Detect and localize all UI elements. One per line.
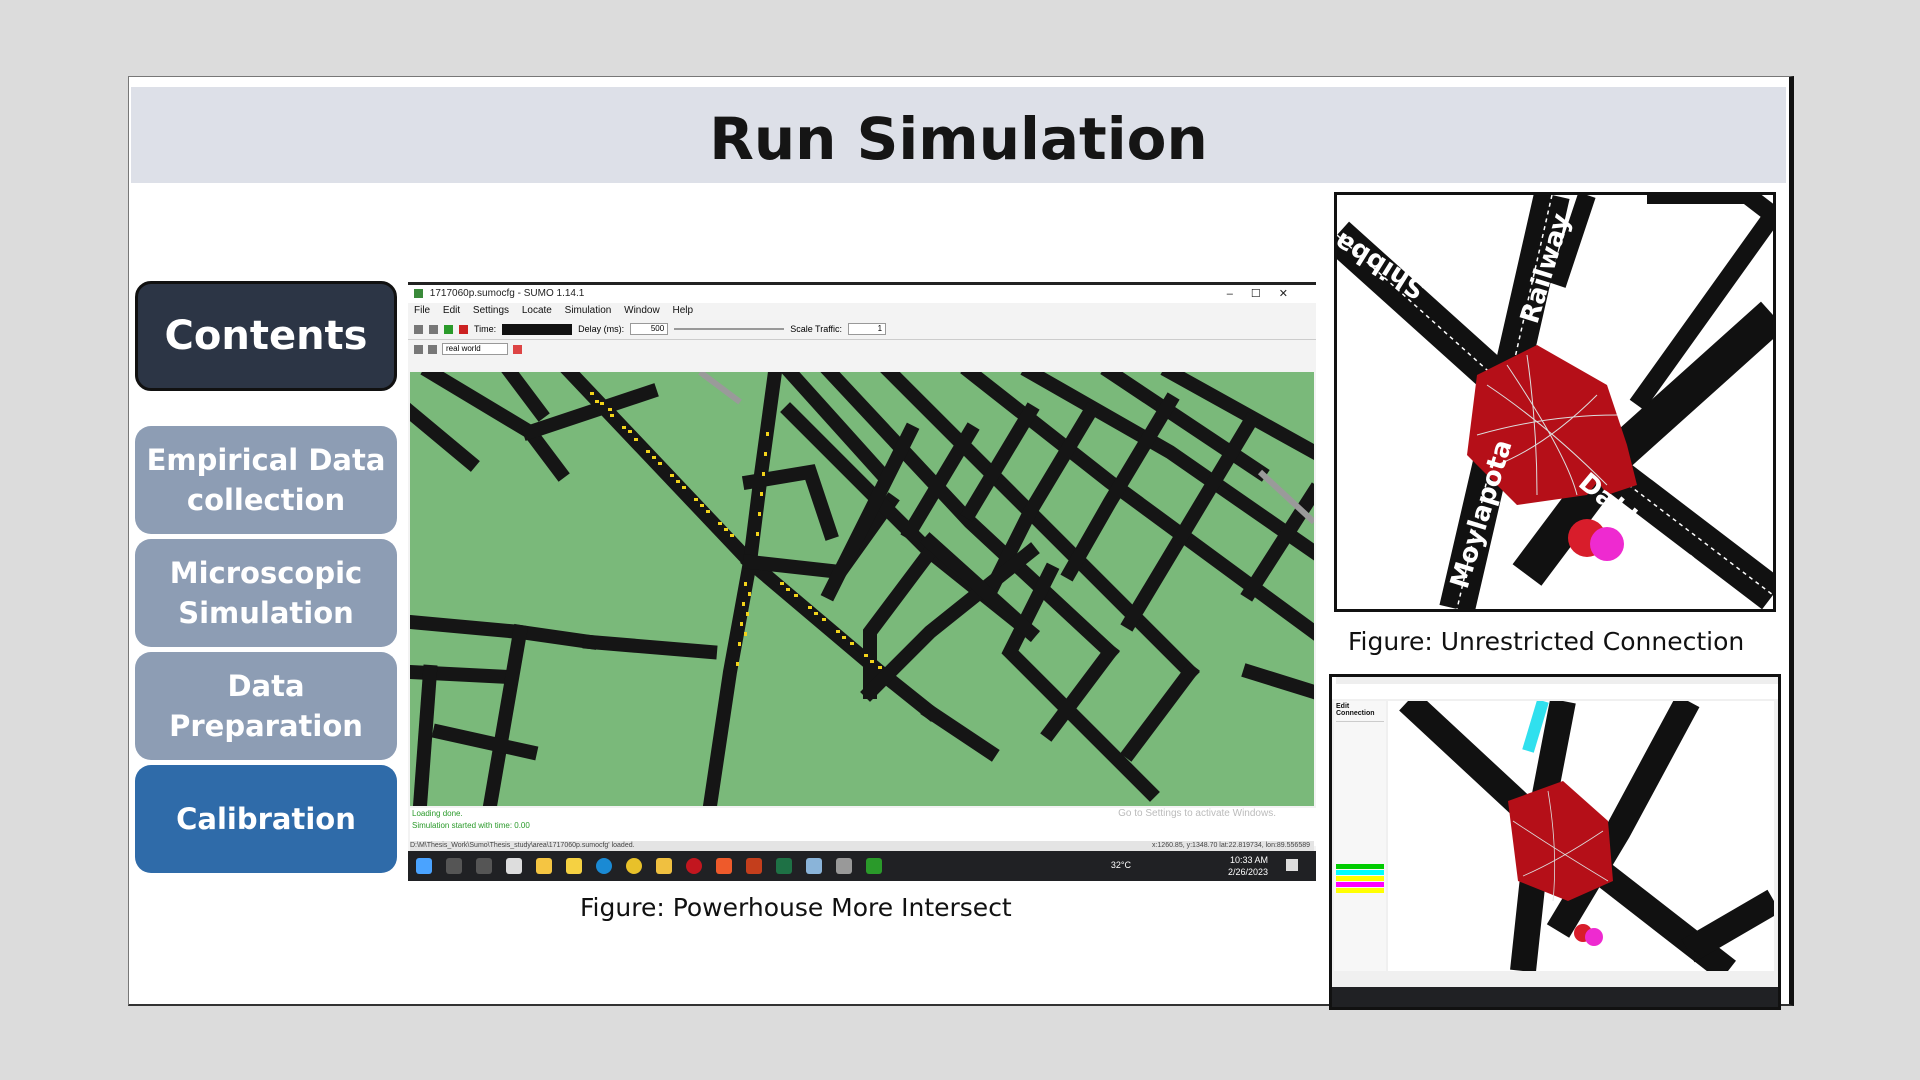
menu-simulation[interactable]: Simulation (565, 305, 612, 316)
slide: Run Simulation Contents Empirical Data co… (128, 76, 1794, 1010)
netedit-canvas[interactable] (1388, 701, 1774, 971)
panel-title: Edit Connection (1336, 703, 1375, 717)
locate-icon[interactable] (414, 344, 423, 354)
caption-main-figure: Figure: Powerhouse More Intersect (580, 893, 1012, 922)
nav-label-line1: Data (227, 669, 305, 703)
message-line: Simulation started with time: 0.00 (412, 821, 530, 830)
menu-edit[interactable]: Edit (443, 305, 460, 316)
nav-label-line1: Microscopic (169, 556, 363, 590)
view-toolbar: real world (408, 340, 1316, 358)
windows-taskbar: 32°C 10:33 AM 2/26/2023 (408, 851, 1316, 881)
notification-icon[interactable] (1286, 859, 1298, 871)
time-label: Time: (474, 324, 497, 334)
delay-label: Delay (ms): (578, 324, 625, 334)
status-bar: D:\M\Thesis_Work\Sumo\Thesis_study\area\… (410, 841, 1314, 851)
open-icon[interactable] (414, 324, 423, 334)
system-clock[interactable]: 10:33 AM 2/26/2023 (1228, 854, 1268, 878)
legend-swatches (1336, 864, 1384, 893)
highlight-circle (1590, 527, 1624, 561)
excel-icon[interactable] (776, 858, 792, 874)
nav-microscopic-simulation[interactable]: Microscopic Simulation (135, 539, 397, 647)
nav-label-line2: Preparation (169, 709, 363, 743)
play-icon[interactable] (444, 324, 453, 334)
sumo-window: 1717060p.sumocfg - SUMO 1.14.1 –☐✕ File … (408, 282, 1316, 881)
time-display (502, 323, 573, 335)
windows-start-icon[interactable] (416, 858, 432, 874)
store-icon[interactable] (536, 858, 552, 874)
nav-empirical-data-collection[interactable]: Empirical Data collection (135, 426, 397, 534)
zoom-icon[interactable] (428, 344, 437, 354)
menu-window[interactable]: Window (624, 305, 660, 316)
brave-icon[interactable] (716, 858, 732, 874)
menu-settings[interactable]: Settings (473, 305, 509, 316)
clock-time: 10:33 AM (1229, 855, 1268, 865)
nav-label-line2: collection (186, 483, 346, 517)
status-coords: x:1260.85, y:1348.70 lat:22.819734, lon:… (1151, 842, 1310, 849)
opera-icon[interactable] (686, 858, 702, 874)
netedit-taskbar (1332, 987, 1778, 1007)
sumo-icon[interactable] (866, 858, 882, 874)
file-explorer-icon[interactable] (656, 858, 672, 874)
menu-file[interactable]: File (414, 305, 430, 316)
junction-polygon (1508, 781, 1613, 901)
window-titlebar: 1717060p.sumocfg - SUMO 1.14.1 –☐✕ (408, 285, 1316, 303)
app-icon (414, 288, 423, 298)
scale-input[interactable]: 1 (848, 323, 887, 335)
menu-locate[interactable]: Locate (522, 305, 552, 316)
delay-slider[interactable] (674, 328, 785, 330)
weather-temperature[interactable]: 32°C (1111, 860, 1131, 870)
figure-netedit: Edit Connection (1329, 674, 1781, 1010)
status-path: D:\M\Thesis_Work\Sumo\Thesis_study\area\… (410, 842, 635, 849)
nav-label-line1: Empirical Data (146, 443, 386, 477)
menu-bar: File Edit Settings Locate Simulation Win… (408, 303, 1316, 319)
search-icon[interactable] (446, 858, 462, 874)
contents-button[interactable]: Contents (135, 281, 397, 391)
stop-icon[interactable] (459, 324, 468, 334)
scale-label: Scale Traffic: (790, 324, 843, 334)
minimize-icon[interactable]: – (1227, 288, 1251, 300)
nav-label-line2: Simulation (178, 596, 354, 630)
clock-date: 2/26/2023 (1227, 867, 1268, 877)
road-network (410, 372, 1314, 806)
caption-right-figure: Figure: Unrestricted Connection (1348, 627, 1745, 656)
title-band: Run Simulation (131, 87, 1786, 183)
figure-unrestricted-connection: Railway Shibbari Moylapota Dakbangla (1334, 192, 1776, 612)
intersection-map: Railway Shibbari Moylapota Dakbangla (1337, 195, 1773, 609)
color-icon[interactable] (513, 344, 522, 354)
reload-icon[interactable] (429, 324, 438, 334)
close-icon[interactable]: ✕ (1279, 288, 1306, 300)
powerpoint-icon[interactable] (746, 858, 762, 874)
nav-data-preparation[interactable]: Data Preparation (135, 652, 397, 760)
menu-help[interactable]: Help (673, 305, 694, 316)
delay-input[interactable]: 500 (630, 323, 669, 335)
chrome-icon[interactable] (626, 858, 642, 874)
netedit-side-panel: Edit Connection (1334, 701, 1386, 971)
notes-icon[interactable] (566, 858, 582, 874)
contents-label: Contents (164, 313, 368, 359)
netedit-toolbar (1332, 677, 1778, 699)
slide-title: Run Simulation (709, 105, 1208, 173)
view-scheme-select[interactable]: real world (442, 343, 508, 355)
sim-toolbar: Time: Delay (ms): 500 Scale Traffic: 1 (408, 319, 1316, 340)
edge-icon[interactable] (596, 858, 612, 874)
intersection-map-small (1399, 701, 1774, 971)
nav-calibration[interactable]: Calibration (135, 765, 397, 873)
activate-windows-watermark: Go to Settings to activate Windows. (1118, 808, 1276, 819)
nav-label: Calibration (176, 802, 356, 836)
app-icon[interactable] (506, 858, 522, 874)
simulation-canvas[interactable] (410, 372, 1314, 806)
window-title: 1717060p.sumocfg - SUMO 1.14.1 (429, 288, 585, 299)
maximize-icon[interactable]: ☐ (1251, 288, 1279, 300)
notepad-icon[interactable] (806, 858, 822, 874)
task-view-icon[interactable] (476, 858, 492, 874)
settings-icon[interactable] (836, 858, 852, 874)
